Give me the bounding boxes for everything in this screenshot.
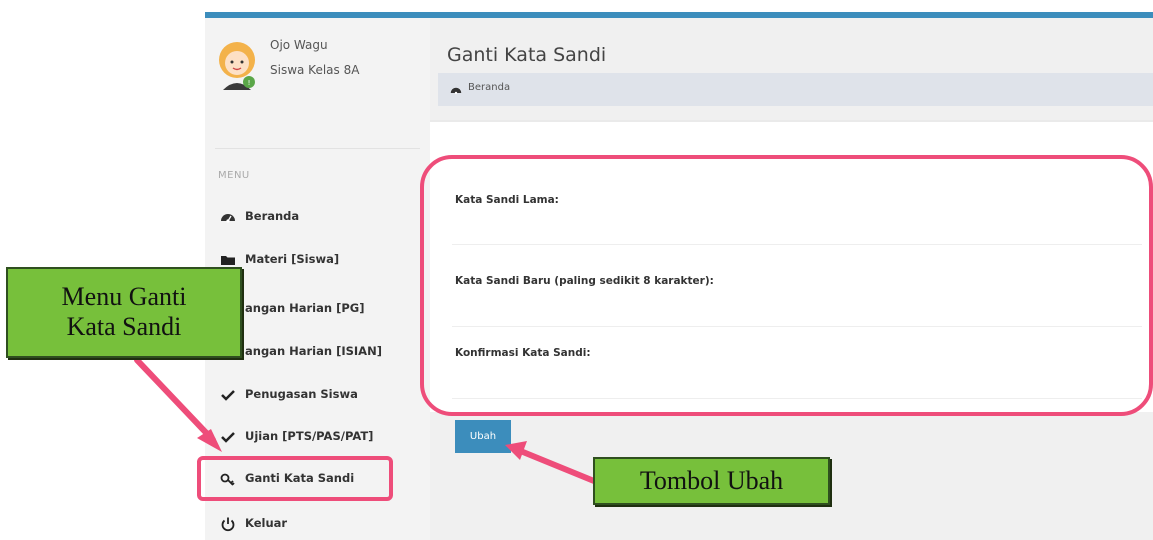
folder-icon — [221, 256, 235, 265]
sidebar-item-label: Ujian [PTS/PAS/PAT] — [245, 429, 374, 443]
avatar: ! — [219, 42, 255, 90]
breadcrumb-home-link[interactable]: Beranda — [468, 82, 510, 93]
sidebar-item-label: angan Harian [ISIAN] — [245, 344, 382, 358]
menu-arrow — [134, 357, 216, 443]
divider — [215, 148, 420, 149]
svg-text:!: ! — [248, 79, 251, 87]
dashboard-icon — [221, 214, 235, 223]
power-icon — [221, 517, 235, 532]
page-title: Ganti Kata Sandi — [447, 44, 607, 66]
check-icon — [221, 390, 235, 401]
sidebar-item-ujian[interactable]: Ujian [PTS/PAS/PAT] — [205, 423, 430, 453]
sidebar-item-label: angan Harian [PG] — [245, 301, 365, 315]
user-name: Ojo Wagu — [270, 38, 328, 52]
sidebar-item-penugasan[interactable]: Penugasan Siswa — [205, 381, 430, 411]
menu-highlight — [197, 456, 393, 501]
sidebar-item-label: Keluar — [245, 516, 288, 530]
sidebar-item-label: Penugasan Siswa — [245, 387, 358, 401]
sidebar-item-keluar[interactable]: Keluar — [205, 510, 430, 540]
user-panel: ! Ojo Wagu Siswa Kelas 8A — [205, 18, 430, 148]
form-highlight — [420, 155, 1153, 416]
menu-header: MENU — [218, 170, 250, 181]
menu-callout: Menu Ganti Kata Sandi — [6, 267, 242, 358]
menu-callout-line1: Menu Ganti — [61, 282, 187, 311]
menu-callout-line2: Kata Sandi — [66, 312, 182, 341]
breadcrumb: Beranda — [438, 73, 1153, 106]
sidebar-item-label: Beranda — [245, 209, 300, 223]
button-callout: Tombol Ubah — [593, 457, 830, 505]
button-callout-text: Tombol Ubah — [639, 466, 784, 495]
dashboard-icon — [450, 87, 462, 95]
sidebar-item-label: Materi [Siswa] — [245, 252, 340, 266]
sidebar-item-beranda[interactable]: Beranda — [205, 203, 430, 233]
user-class: Siswa Kelas 8A — [270, 63, 360, 77]
check-icon — [221, 432, 235, 443]
ubah-button[interactable]: Ubah — [455, 420, 511, 453]
